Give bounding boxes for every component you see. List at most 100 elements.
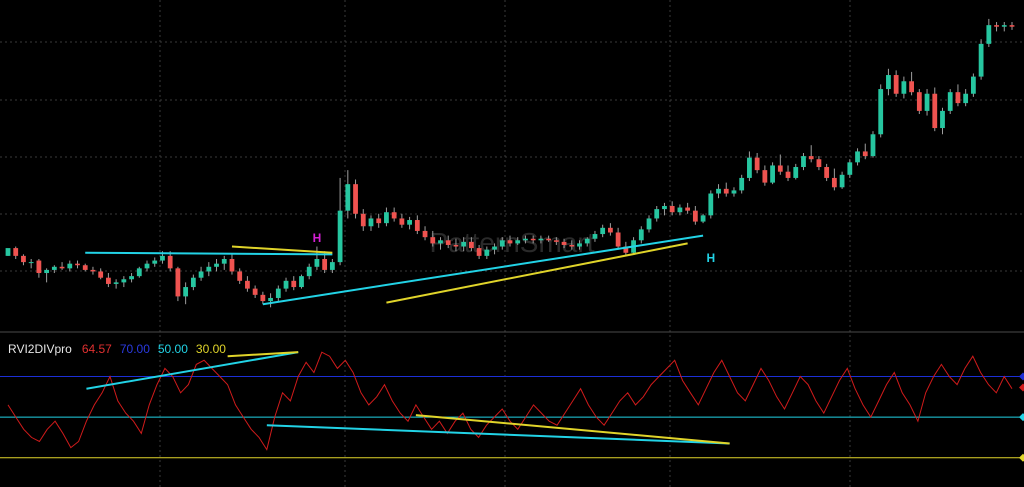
- candle[interactable]: [831, 168, 837, 191]
- candle[interactable]: [44, 268, 50, 283]
- candle[interactable]: [747, 151, 752, 182]
- candle[interactable]: [51, 265, 57, 274]
- candle[interactable]: [615, 227, 621, 250]
- candle[interactable]: [399, 213, 405, 228]
- candle[interactable]: [708, 190, 714, 219]
- candle[interactable]: [955, 84, 961, 107]
- candle[interactable]: [283, 277, 289, 292]
- candle[interactable]: [785, 165, 791, 182]
- candle[interactable]: [90, 266, 96, 275]
- candle[interactable]: [384, 207, 389, 227]
- candle[interactable]: [932, 87, 938, 132]
- candle[interactable]: [638, 226, 644, 244]
- candle[interactable]: [407, 216, 412, 230]
- candle[interactable]: [337, 177, 343, 266]
- candle[interactable]: [229, 254, 235, 275]
- candle[interactable]: [206, 262, 212, 277]
- candle[interactable]: [414, 215, 420, 235]
- candle[interactable]: [190, 274, 196, 291]
- candle[interactable]: [947, 89, 953, 115]
- candle[interactable]: [716, 184, 721, 199]
- candle[interactable]: [970, 73, 976, 97]
- rvi-divergence-cyan[interactable]: [266, 424, 730, 445]
- candle[interactable]: [221, 255, 227, 270]
- candle[interactable]: [793, 163, 799, 180]
- candle[interactable]: [669, 201, 675, 216]
- pattern-marker-h[interactable]: H: [706, 251, 715, 265]
- candle[interactable]: [82, 263, 88, 272]
- candle[interactable]: [723, 182, 729, 197]
- candle[interactable]: [1001, 22, 1007, 32]
- candle[interactable]: [183, 282, 189, 305]
- candle[interactable]: [662, 202, 667, 216]
- candle[interactable]: [824, 163, 830, 182]
- candle[interactable]: [600, 224, 606, 238]
- divergence-line-cyan[interactable]: [85, 251, 333, 256]
- candle[interactable]: [754, 152, 760, 174]
- rvi-divergence-cyan[interactable]: [86, 351, 299, 390]
- candle[interactable]: [75, 260, 80, 269]
- candle[interactable]: [13, 246, 19, 259]
- candle[interactable]: [886, 68, 891, 96]
- candle[interactable]: [5, 248, 11, 256]
- candle[interactable]: [901, 76, 907, 99]
- candle[interactable]: [770, 162, 775, 185]
- candle[interactable]: [67, 260, 73, 272]
- candle[interactable]: [376, 213, 382, 228]
- candle[interactable]: [978, 39, 984, 80]
- rvi-divergence-yellow[interactable]: [415, 414, 730, 445]
- candle[interactable]: [731, 187, 737, 197]
- candle[interactable]: [275, 285, 281, 302]
- candle[interactable]: [291, 276, 297, 291]
- candle[interactable]: [847, 159, 853, 178]
- candle[interactable]: [801, 152, 806, 171]
- candle[interactable]: [299, 274, 304, 289]
- candle[interactable]: [36, 258, 42, 278]
- candle[interactable]: [368, 215, 374, 231]
- candle[interactable]: [260, 291, 266, 305]
- candle[interactable]: [692, 205, 698, 225]
- candle[interactable]: [608, 223, 613, 236]
- candle[interactable]: [646, 215, 652, 233]
- candle[interactable]: [855, 148, 860, 166]
- candle[interactable]: [245, 276, 250, 292]
- candle[interactable]: [214, 258, 219, 272]
- candle[interactable]: [685, 202, 691, 214]
- candle[interactable]: [986, 18, 992, 47]
- candle[interactable]: [175, 266, 181, 302]
- candle[interactable]: [924, 89, 930, 116]
- candle[interactable]: [113, 279, 119, 289]
- candle[interactable]: [762, 165, 768, 186]
- candle[interactable]: [59, 262, 65, 270]
- candle[interactable]: [152, 257, 158, 267]
- candle[interactable]: [121, 276, 127, 288]
- candle[interactable]: [870, 131, 876, 158]
- candle[interactable]: [360, 209, 366, 231]
- candle[interactable]: [268, 293, 273, 308]
- candle[interactable]: [808, 145, 814, 163]
- candle[interactable]: [940, 107, 945, 135]
- candle[interactable]: [878, 84, 884, 138]
- candle[interactable]: [916, 89, 922, 115]
- candle[interactable]: [963, 89, 969, 107]
- candle[interactable]: [391, 207, 397, 222]
- candle[interactable]: [314, 246, 320, 270]
- candle[interactable]: [893, 70, 899, 97]
- candle[interactable]: [98, 268, 104, 280]
- candle[interactable]: [839, 171, 845, 189]
- candle[interactable]: [700, 213, 706, 224]
- candle[interactable]: [816, 156, 822, 171]
- candle[interactable]: [654, 205, 660, 222]
- candle[interactable]: [739, 174, 745, 194]
- candle[interactable]: [129, 273, 134, 283]
- candle[interactable]: [345, 170, 351, 219]
- candle[interactable]: [306, 263, 312, 280]
- candle[interactable]: [252, 285, 258, 298]
- candle[interactable]: [28, 258, 34, 269]
- candle[interactable]: [144, 260, 150, 272]
- pattern-marker-h[interactable]: H: [313, 231, 322, 245]
- candle[interactable]: [422, 226, 428, 241]
- candle[interactable]: [353, 179, 358, 219]
- candle[interactable]: [777, 154, 783, 175]
- candle[interactable]: [994, 22, 999, 32]
